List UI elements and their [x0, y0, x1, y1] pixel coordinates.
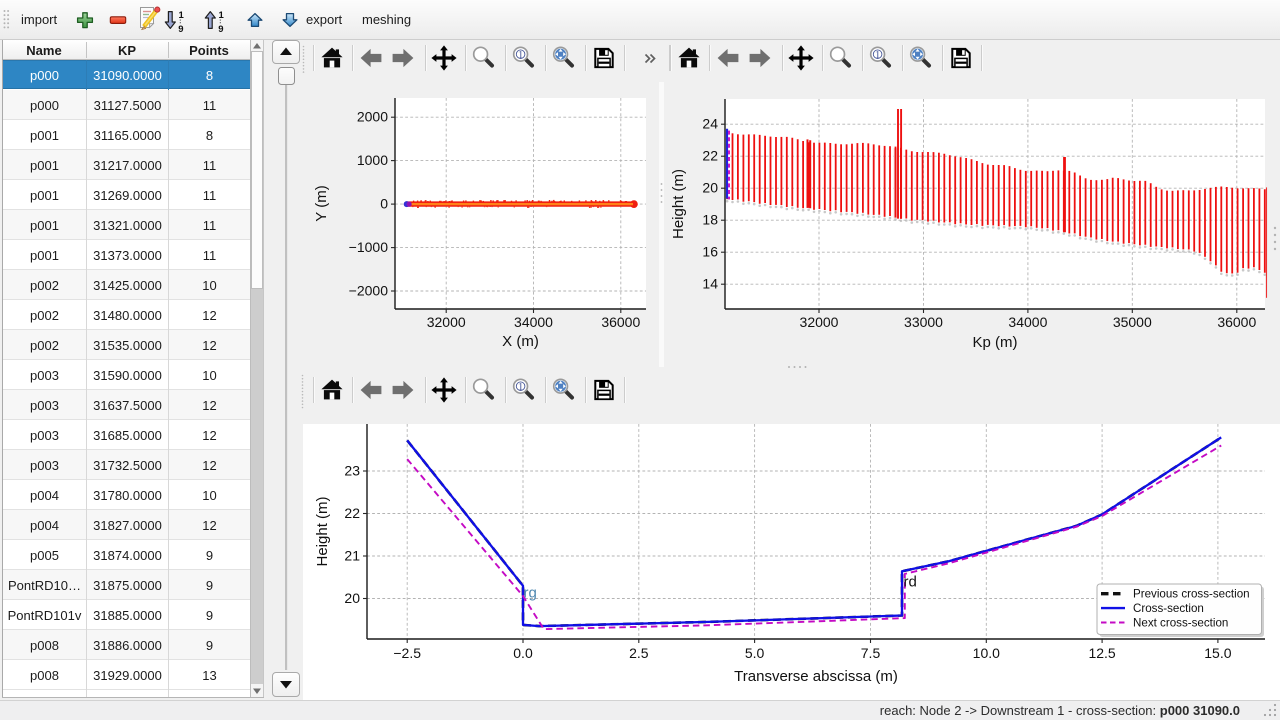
svg-text:22: 22: [702, 148, 718, 164]
svg-text:5.0: 5.0: [745, 645, 765, 661]
svg-text:rg: rg: [524, 585, 537, 602]
svg-text:20: 20: [344, 590, 360, 606]
svg-text:21: 21: [344, 548, 360, 564]
svg-text:36000: 36000: [1217, 314, 1256, 330]
svg-text:1: 1: [178, 10, 184, 21]
svg-text:Height (m): Height (m): [314, 496, 331, 566]
svg-text:0.0: 0.0: [513, 645, 533, 661]
svg-text:Y (m): Y (m): [313, 185, 330, 221]
svg-text:20: 20: [702, 180, 718, 196]
svg-text:35000: 35000: [1113, 314, 1152, 330]
svg-text:24: 24: [702, 116, 718, 132]
svg-text:9: 9: [218, 24, 223, 32]
svg-text:1: 1: [218, 10, 224, 21]
svg-text:16: 16: [702, 244, 718, 260]
svg-text:33000: 33000: [904, 314, 943, 330]
svg-text:14: 14: [702, 276, 718, 292]
svg-text:Transverse abscissa (m): Transverse abscissa (m): [734, 668, 898, 685]
svg-text:23: 23: [344, 463, 360, 479]
svg-text:rd: rd: [904, 573, 917, 590]
svg-text:Cross-section: Cross-section: [1133, 602, 1204, 615]
svg-text:X (m): X (m): [502, 333, 539, 350]
svg-text:−2000: −2000: [349, 283, 389, 299]
svg-text:2.5: 2.5: [629, 645, 649, 661]
svg-text:34000: 34000: [1008, 314, 1047, 330]
svg-text:32000: 32000: [800, 314, 839, 330]
svg-text:15.0: 15.0: [1204, 645, 1231, 661]
svg-text:32000: 32000: [427, 314, 466, 330]
svg-text:Kp (m): Kp (m): [973, 334, 1018, 351]
svg-text:0: 0: [380, 196, 388, 212]
svg-text:36000: 36000: [601, 314, 640, 330]
svg-text:2000: 2000: [357, 109, 388, 125]
svg-text:1: 1: [518, 49, 524, 61]
svg-text:1: 1: [518, 381, 524, 393]
svg-text:−2.5: −2.5: [393, 645, 421, 661]
svg-text:1000: 1000: [357, 152, 388, 168]
svg-text:22: 22: [344, 505, 360, 521]
svg-text:12.5: 12.5: [1088, 645, 1115, 661]
svg-text:Next cross-section: Next cross-section: [1133, 617, 1228, 630]
svg-text:−1000: −1000: [349, 239, 389, 255]
svg-text:7.5: 7.5: [861, 645, 881, 661]
svg-text:34000: 34000: [514, 314, 553, 330]
svg-text:Height (m): Height (m): [670, 169, 687, 239]
svg-text:9: 9: [178, 24, 183, 32]
svg-text:10.0: 10.0: [973, 645, 1000, 661]
svg-text:1: 1: [875, 49, 881, 61]
svg-text:Previous cross-section: Previous cross-section: [1133, 588, 1250, 601]
svg-text:18: 18: [702, 212, 718, 228]
